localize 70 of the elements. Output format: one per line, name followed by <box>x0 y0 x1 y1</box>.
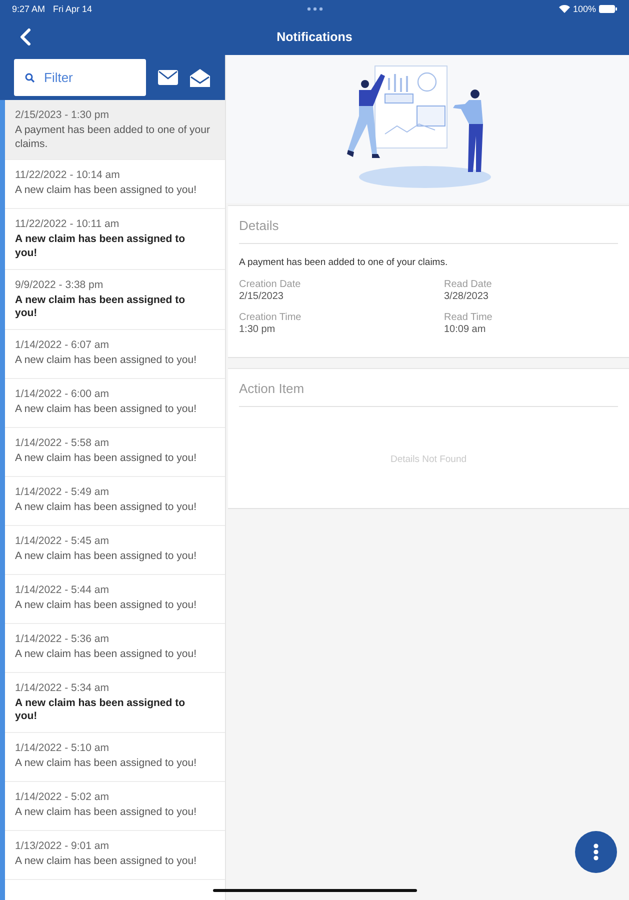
notification-date: 1/14/2022 - 5:36 am <box>15 632 110 645</box>
notification-message: A new claim has been assigned to you! <box>15 294 186 321</box>
notification-message: A new claim has been assigned to you! <box>15 550 198 564</box>
more-vertical-icon <box>593 843 599 861</box>
notification-item[interactable]: 1/14/2022 - 6:00 am A new claim has been assigned to you! <box>5 378 225 428</box>
notification-item[interactable]: 1/13/2022 - 9:01 am A new claim has been assigned to you! <box>5 831 225 880</box>
notification-date: 1/14/2022 - 6:07 am <box>15 338 110 351</box>
field-label: Read Time <box>444 312 494 323</box>
battery-level: 100% <box>572 4 596 14</box>
notification-item[interactable]: 1/14/2022 - 5:34 am A new claim has been assigned to you! <box>5 672 225 734</box>
card-title: Details <box>239 218 280 233</box>
notification-message: A new claim has been assigned to you! <box>15 757 198 771</box>
field-label: Creation Time <box>239 312 302 323</box>
notification-date: 11/22/2022 - 10:11 am <box>15 218 120 230</box>
notification-date: 1/14/2022 - 5:44 am <box>15 584 110 596</box>
notification-date: 1/13/2022 - 9:01 am <box>15 840 110 852</box>
field-label: Read Date <box>444 279 493 290</box>
notification-message: A new claim has been assigned to you! <box>15 806 198 820</box>
notification-date: 1/14/2022 - 5:02 am <box>15 791 110 804</box>
details-message: A payment has been added to one of your claims. <box>239 257 449 268</box>
notification-message: A payment has been added to one of your claims. <box>15 124 211 152</box>
field-label: Creation Date <box>239 279 302 290</box>
notification-item[interactable]: 1/14/2022 - 5:58 am A new claim has been assigned to you! <box>5 428 225 477</box>
notification-message: A new claim has been assigned to you! <box>15 696 186 724</box>
search-icon <box>25 73 35 83</box>
field-value: 2/15/2023 <box>239 291 284 302</box>
open-envelope-icon[interactable] <box>190 68 210 86</box>
notification-item[interactable]: 1/14/2022 - 5:36 am A new claim has been assigned to you! <box>5 624 225 673</box>
status-date: Fri Apr 14 <box>53 4 92 14</box>
more-options-button[interactable] <box>575 831 617 873</box>
notification-item[interactable]: 9/9/2022 - 3:38 pm A new claim has been assigned to you! <box>5 270 225 330</box>
page-title: Notifications <box>276 30 352 44</box>
field-value: 1:30 pm <box>239 324 276 335</box>
notification-message: A new claim has been assigned to you! <box>15 598 198 612</box>
notification-item[interactable]: 1/14/2022 - 5:44 am A new claim has been assigned to you! <box>5 574 225 624</box>
notification-item[interactable]: 1/14/2022 - 5:10 am A new claim has been assigned to you! <box>5 733 225 782</box>
notification-item[interactable]: 1/14/2022 - 5:02 am A new claim has been assigned to you! <box>5 782 225 832</box>
notification-date: 1/14/2022 - 5:34 am <box>15 682 110 694</box>
notification-message: A new claim has been assigned to you! <box>15 855 198 869</box>
notification-message: A new claim has been assigned to you! <box>15 648 198 662</box>
notification-date: 1/14/2022 - 5:49 am <box>15 486 110 498</box>
notification-item[interactable]: 11/22/2022 - 10:14 am A new claim has been assigned to you! <box>5 160 225 210</box>
status-time: 9:27 AM <box>12 4 46 14</box>
notification-date: 1/14/2022 - 5:45 am <box>15 534 110 547</box>
notification-date: 11/22/2022 - 10:14 am <box>15 169 121 182</box>
envelope-icon[interactable] <box>158 70 178 85</box>
notification-date: 1/14/2022 - 5:58 am <box>15 436 110 449</box>
notification-date: 9/9/2022 - 3:38 pm <box>15 278 104 291</box>
notification-message: A new claim has been assigned to you! <box>15 354 198 368</box>
back-icon[interactable] <box>19 28 31 46</box>
notification-message: A new claim has been assigned to you! <box>15 500 198 514</box>
battery-icon <box>599 5 617 13</box>
notification-message: A new claim has been assigned to you! <box>15 402 198 416</box>
multitasking-dots-icon[interactable] <box>306 7 322 11</box>
notification-item[interactable]: 1/14/2022 - 5:45 am A new claim has been assigned to you! <box>5 526 225 575</box>
notification-date: 1/14/2022 - 6:00 am <box>15 388 110 400</box>
notification-item[interactable]: 1/14/2022 - 6:07 am A new claim has been assigned to you! <box>5 330 225 379</box>
wifi-icon <box>558 5 570 13</box>
field-value: 10:09 am <box>444 324 487 335</box>
card-title: Action Item <box>239 381 306 396</box>
notification-item[interactable]: 11/22/2022 - 10:11 am A new claim has been assigned to you! <box>5 209 225 270</box>
notification-item[interactable]: 2/15/2023 - 1:30 pm A payment has been added to one of your claims. <box>5 100 225 160</box>
notification-message: A new claim has been assigned to you! <box>15 452 198 466</box>
filter-field[interactable]: Filter <box>14 59 146 96</box>
notification-date: 2/15/2023 - 1:30 pm <box>15 109 110 121</box>
notification-message: A new claim has been assigned to you! <box>15 233 186 261</box>
field-value: 3/28/2023 <box>444 291 490 302</box>
notification-message: A new claim has been assigned to you! <box>15 184 198 198</box>
notification-item[interactable]: 1/14/2022 - 5:49 am A new claim has been assigned to you! <box>5 476 225 526</box>
notification-date: 1/14/2022 - 5:10 am <box>15 742 110 754</box>
